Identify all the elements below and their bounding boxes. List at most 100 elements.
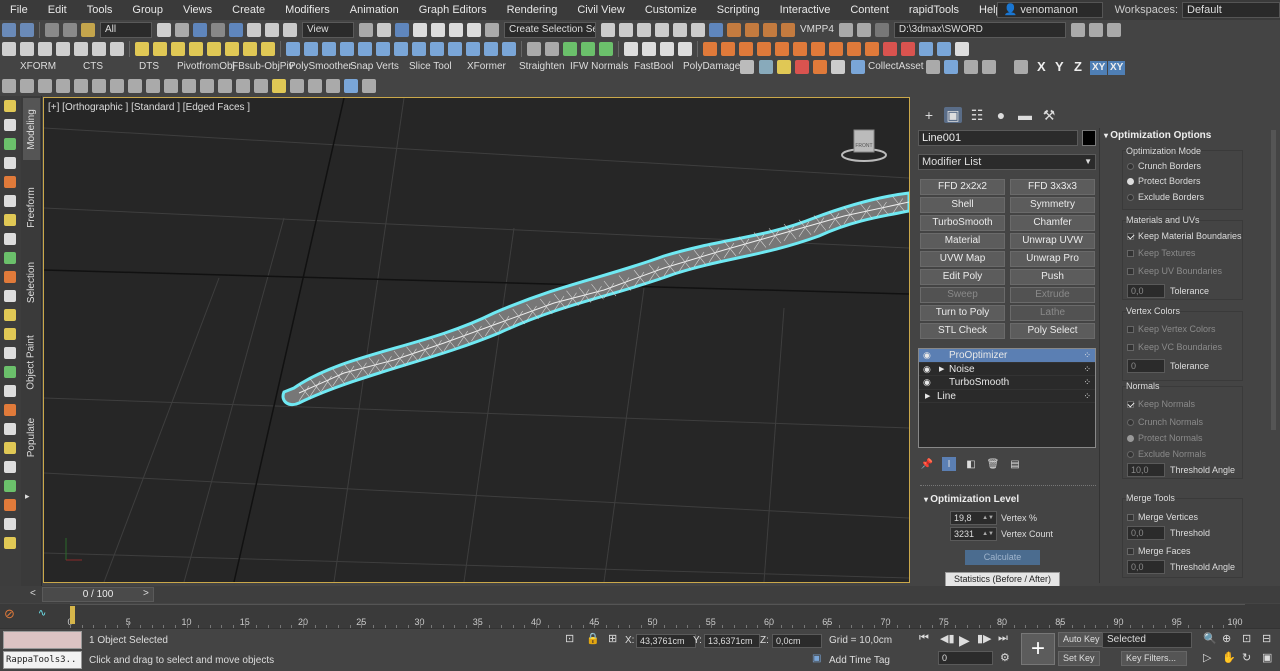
ribbon-tool-icon[interactable] <box>4 499 16 511</box>
visibility-eye-icon[interactable]: ◉ <box>923 363 931 376</box>
tool-28-icon[interactable] <box>502 41 516 56</box>
create-tab-icon[interactable]: + <box>920 107 938 123</box>
extra-14-icon[interactable] <box>236 79 250 93</box>
project-folder-icon[interactable] <box>1070 22 1085 37</box>
checker-icon[interactable] <box>740 60 754 74</box>
extra-04-icon[interactable] <box>56 79 70 93</box>
select-scale-icon[interactable] <box>265 22 279 37</box>
tool-z-icon[interactable] <box>813 60 827 74</box>
select-by-name-icon[interactable] <box>175 22 189 37</box>
stack-item-turbosmooth[interactable]: ◉ TurboSmooth ⁘ <box>919 376 1095 390</box>
script-04-icon[interactable] <box>757 41 771 56</box>
optimization-level-header[interactable]: Optimization Level <box>924 494 1019 505</box>
user-account[interactable]: 👤 venomanon <box>996 2 1103 18</box>
script-11-icon[interactable] <box>883 41 897 56</box>
reference-coord-dropdown[interactable]: View <box>302 21 354 38</box>
fbsub-objpiv-button[interactable]: FBsub-ObjPiv <box>232 61 294 72</box>
modifier-button-unwrap-uvw[interactable]: Unwrap UVW <box>1010 233 1095 249</box>
ribbon-tool-icon[interactable] <box>4 366 16 378</box>
zoom-extents-icon[interactable]: ⊡ <box>1242 632 1251 645</box>
script-08-icon[interactable] <box>829 41 843 56</box>
menu-item-animation[interactable]: Animation <box>340 0 409 20</box>
select-rotate-icon[interactable] <box>247 22 261 37</box>
tool-30-icon[interactable] <box>545 41 559 56</box>
extra-18-icon[interactable] <box>326 79 340 93</box>
snap-verts-button[interactable]: Snap Verts <box>350 61 399 72</box>
extra-07-icon[interactable] <box>110 79 124 93</box>
menu-item-rapidtools[interactable]: rapidTools <box>899 0 969 20</box>
keep-textures-checkbox[interactable]: Keep Textures <box>1127 248 1195 258</box>
stack-item-prooptimizer[interactable]: ◉ ProOptimizer ⁘ <box>919 349 1095 363</box>
pivotfromobj-button[interactable]: PivotfromObj <box>177 61 235 72</box>
ribbon-tool-icon[interactable] <box>4 214 16 226</box>
maxscript-listener[interactable] <box>3 631 82 649</box>
pan-icon[interactable]: ✋ <box>1222 651 1236 664</box>
pause-icon[interactable] <box>642 41 656 56</box>
axis-z-button[interactable]: Z <box>1074 59 1082 74</box>
tool-y-icon[interactable] <box>777 60 791 74</box>
menu-item-interactive[interactable]: Interactive <box>770 0 841 20</box>
tool-w-icon[interactable] <box>831 60 845 74</box>
axis-xy-alt-button[interactable]: XY <box>1108 61 1126 75</box>
polysmoother-button[interactable]: PolySmoother <box>289 61 352 72</box>
menu-item-file[interactable]: File <box>0 0 38 20</box>
extra-fp-icon[interactable] <box>272 79 286 93</box>
statistics-button[interactable]: Statistics (Before / After) <box>945 572 1060 587</box>
modifier-button-lathe[interactable]: Lathe <box>1010 305 1095 321</box>
undo-icon[interactable] <box>2 22 16 37</box>
ribbon-tool-icon[interactable] <box>4 537 16 549</box>
extra-10-icon[interactable] <box>164 79 178 93</box>
toggle-ribbon-icon[interactable] <box>673 22 687 37</box>
menu-item-tools[interactable]: Tools <box>77 0 123 20</box>
stack-item-noise[interactable]: ◉ ▶ Noise ⁘ <box>919 363 1095 376</box>
maximize-viewport-icon[interactable]: ▣ <box>1262 651 1272 664</box>
orbit-icon[interactable]: ↻ <box>1242 651 1251 664</box>
remove-modifier-icon[interactable]: 🗑 <box>986 457 1000 471</box>
edit-named-selection-icon[interactable] <box>485 22 499 37</box>
script-13-icon[interactable] <box>919 41 933 56</box>
ribbon-tool-icon[interactable] <box>4 233 16 245</box>
straighten-button[interactable]: Straighten <box>519 61 565 72</box>
extra-02-icon[interactable] <box>20 79 34 93</box>
tool-a-icon[interactable] <box>838 22 853 37</box>
menu-item-create[interactable]: Create <box>222 0 275 20</box>
auto-key-button[interactable]: Auto Key <box>1058 632 1105 647</box>
object-color-swatch[interactable] <box>1082 130 1096 146</box>
menu-item-scripting[interactable]: Scripting <box>707 0 770 20</box>
align-icon[interactable] <box>619 22 633 37</box>
xformer-button[interactable]: XFormer <box>467 61 506 72</box>
redo-icon[interactable] <box>20 22 34 37</box>
filter-icon[interactable]: ∿ <box>38 608 46 619</box>
selection-filter-dropdown[interactable]: All <box>100 21 152 38</box>
set-key-button[interactable]: Set Key <box>1058 651 1100 666</box>
tool-24-icon[interactable] <box>430 41 444 56</box>
chevron-left-icon[interactable]: < <box>30 586 36 601</box>
ribbon-tool-icon[interactable] <box>4 518 16 530</box>
tab-populate[interactable]: Populate <box>23 406 40 468</box>
exclude-borders-radio[interactable]: Exclude Borders <box>1127 192 1204 202</box>
modifier-button-unwrap-pro[interactable]: Unwrap Pro <box>1010 251 1095 267</box>
vc-tolerance-spinner[interactable]: 0 <box>1127 359 1165 373</box>
modifier-button-chamfer[interactable]: Chamfer <box>1010 215 1095 231</box>
menu-item-edit[interactable]: Edit <box>38 0 77 20</box>
script-01-icon[interactable] <box>703 41 717 56</box>
viewport-orthographic[interactable]: FRONT [+] [Orthographic ] [Standard ] [E… <box>43 97 910 583</box>
absolute-mode-icon[interactable]: ⊞ <box>608 632 617 645</box>
ribbon-tool-icon[interactable] <box>4 328 16 340</box>
slice-tool-button[interactable]: Slice Tool <box>409 61 452 72</box>
extra-03-icon[interactable] <box>38 79 52 93</box>
snaps-toggle-icon[interactable] <box>413 22 427 37</box>
tool-13-icon[interactable] <box>225 41 239 56</box>
modifier-button-poly-select[interactable]: Poly Select <box>1010 323 1095 339</box>
hierarchy-tab-icon[interactable]: ☷ <box>968 107 986 123</box>
tool-32-icon[interactable] <box>581 41 595 56</box>
extra-16-icon[interactable] <box>290 79 304 93</box>
snap-b-icon[interactable] <box>944 60 958 74</box>
script-14-icon[interactable] <box>937 41 951 56</box>
make-unique-icon[interactable]: ◧ <box>964 457 978 471</box>
toggle-layer-explorer-icon[interactable] <box>655 22 669 37</box>
tool-05-icon[interactable] <box>74 41 88 56</box>
play-icon[interactable] <box>624 41 638 56</box>
rope-mesh[interactable] <box>281 191 909 407</box>
crunch-borders-radio[interactable]: Crunch Borders <box>1127 161 1201 171</box>
